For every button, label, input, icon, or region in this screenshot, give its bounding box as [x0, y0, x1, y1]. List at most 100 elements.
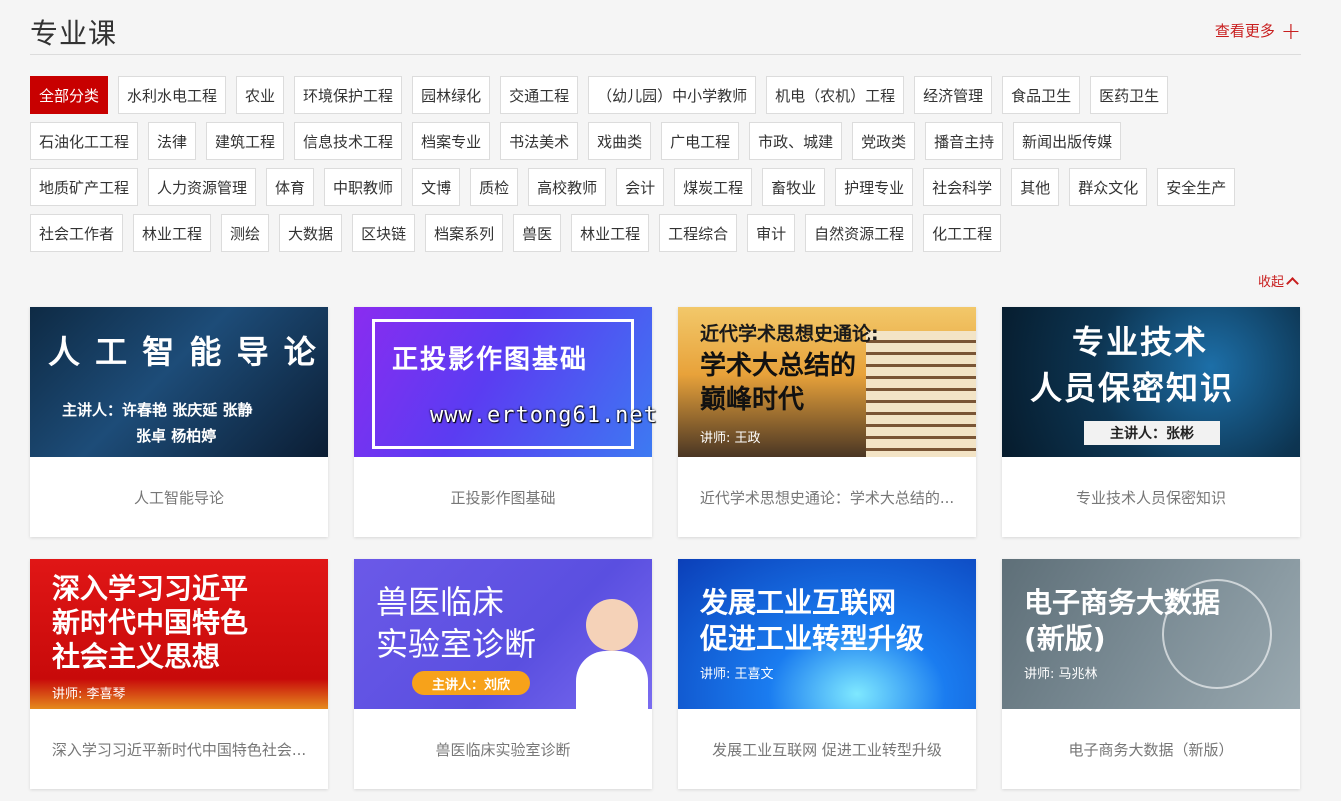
course-title: 发展工业互联网 促进工业转型升级	[712, 740, 942, 759]
thumb-title: 社会主义思想	[52, 640, 221, 673]
thumb-title: 兽医临床	[376, 583, 505, 621]
course-thumbnail: 电子商务大数据 (新版) 讲师: 马兆林	[1002, 559, 1300, 709]
tag[interactable]: 播音主持	[925, 122, 1004, 160]
thumb-subtitle: 巅峰时代	[700, 385, 805, 415]
course-card[interactable]: 兽医临床 实验室诊断 主讲人：刘欣 兽医临床实验室诊断	[354, 559, 652, 789]
course-title: 人工智能导论	[133, 488, 224, 507]
thumb-lecturer: 讲师: 王政	[700, 431, 761, 446]
tag[interactable]: 书法美术	[500, 122, 579, 160]
tag-row: 全部分类 水利水电工程 农业 环境保护工程 园林绿化 交通工程 （幼儿园）中小学…	[30, 76, 1310, 114]
course-card[interactable]: 专业技术 人员保密知识 主讲人：张彬 专业技术人员保密知识	[1002, 307, 1300, 537]
thumb-title: 促进工业转型升级	[700, 622, 925, 655]
tag[interactable]: 畜牧业	[762, 168, 826, 206]
watermark: www.ertong61.net	[430, 403, 658, 428]
collapse-toggle[interactable]: 收起	[1258, 271, 1299, 290]
tag[interactable]: 群众文化	[1069, 168, 1148, 206]
course-title: 专业技术人员保密知识	[1075, 488, 1226, 507]
tag[interactable]: 工程综合	[659, 214, 738, 252]
tag[interactable]: 农业	[236, 76, 285, 114]
tag[interactable]: 社会科学	[923, 168, 1002, 206]
tag[interactable]: 质检	[470, 168, 519, 206]
thumb-subtitle: 学术大总结的	[700, 351, 857, 381]
tag[interactable]: 信息技术工程	[294, 122, 403, 160]
tag[interactable]: 其他	[1011, 168, 1060, 206]
tag[interactable]: 地质矿产工程	[30, 168, 139, 206]
tag[interactable]: 新闻出版传媒	[1013, 122, 1122, 160]
tag[interactable]: 会计	[616, 168, 665, 206]
thumb-title: (新版)	[1024, 622, 1106, 655]
thumb-title: 人 工 智 能 导 论	[48, 333, 318, 371]
tag[interactable]: 石油化工工程	[30, 122, 139, 160]
tag[interactable]: 大数据	[279, 214, 343, 252]
tag[interactable]: 自然资源工程	[805, 214, 914, 252]
section-title: 专业课	[30, 17, 118, 50]
course-title: 近代学术思想史通论：学术大总结的...	[699, 488, 955, 507]
thumb-title: 电子商务大数据	[1024, 586, 1221, 619]
tag[interactable]: 机电（农机）工程	[766, 76, 905, 114]
doctor-coat	[576, 651, 648, 709]
tag[interactable]: （幼儿园）中小学教师	[588, 76, 757, 114]
tag[interactable]: 建筑工程	[206, 122, 285, 160]
tag[interactable]: 水利水电工程	[118, 76, 227, 114]
plus-icon: +	[1280, 16, 1301, 45]
tag[interactable]: 化工工程	[923, 214, 1002, 252]
course-title: 兽医临床实验室诊断	[435, 740, 571, 759]
course-thumbnail: 人 工 智 能 导 论 主讲人：许春艳 张庆延 张静 张卓 杨柏婷	[30, 307, 328, 457]
tag[interactable]: 人力资源管理	[148, 168, 257, 206]
tag[interactable]: 社会工作者	[30, 214, 124, 252]
thumb-title: 近代学术思想史通论:	[700, 323, 879, 345]
tag[interactable]: 环境保护工程	[294, 76, 403, 114]
chevron-up-icon	[1286, 276, 1299, 290]
thumb-lecturers: 主讲人：许春艳 张庆延 张静	[62, 401, 253, 419]
tag[interactable]: 党政类	[852, 122, 916, 160]
tag[interactable]: 审计	[747, 214, 796, 252]
tag[interactable]: 护理专业	[835, 168, 914, 206]
tag[interactable]: 园林绿化	[412, 76, 491, 114]
tag-row: 地质矿产工程 人力资源管理 体育 中职教师 文博 质检 高校教师 会计 煤炭工程…	[30, 168, 1310, 206]
thumb-title: 正投影作图基础	[392, 345, 589, 375]
course-thumbnail: 专业技术 人员保密知识 主讲人：张彬	[1002, 307, 1300, 457]
tag-all[interactable]: 全部分类	[30, 76, 109, 114]
course-thumbnail: 发展工业互联网 促进工业转型升级 讲师: 王喜文	[678, 559, 976, 709]
thumb-lecturer: 讲师: 王喜文	[700, 667, 774, 682]
course-card[interactable]: 电子商务大数据 (新版) 讲师: 马兆林 电子商务大数据（新版）	[1002, 559, 1300, 789]
category-tags: 全部分类 水利水电工程 农业 环境保护工程 园林绿化 交通工程 （幼儿园）中小学…	[30, 76, 1310, 260]
thumb-lecturer: 讲师: 马兆林	[1024, 667, 1098, 682]
course-title: 深入学习习近平新时代中国特色社会...	[51, 740, 307, 759]
tag[interactable]: 交通工程	[500, 76, 579, 114]
tag[interactable]: 经济管理	[914, 76, 993, 114]
tag[interactable]: 中职教师	[324, 168, 403, 206]
tag[interactable]: 档案专业	[412, 122, 491, 160]
tag[interactable]: 安全生产	[1157, 168, 1236, 206]
tag[interactable]: 法律	[148, 122, 197, 160]
tag[interactable]: 体育	[266, 168, 315, 206]
doctor-illustration	[586, 599, 638, 651]
tag[interactable]: 林业工程	[133, 214, 212, 252]
course-card[interactable]: 近代学术思想史通论: 学术大总结的 巅峰时代 讲师: 王政 近代学术思想史通论：…	[678, 307, 976, 537]
view-more-label: 查看更多	[1214, 22, 1275, 40]
tag[interactable]: 兽医	[513, 214, 562, 252]
tag[interactable]: 档案系列	[425, 214, 504, 252]
thumb-lecturer: 主讲人：张彬	[1084, 421, 1220, 445]
tag[interactable]: 市政、城建	[749, 122, 843, 160]
tag[interactable]: 医药卫生	[1090, 76, 1169, 114]
tag[interactable]: 林业工程	[571, 214, 650, 252]
section-header: 专业课 查看更多 +	[30, 0, 1301, 55]
tag[interactable]: 广电工程	[661, 122, 740, 160]
thumb-lecturer: 讲师: 李喜琴	[52, 687, 126, 702]
tag[interactable]: 区块链	[352, 214, 416, 252]
course-card[interactable]: 人 工 智 能 导 论 主讲人：许春艳 张庆延 张静 张卓 杨柏婷 人工智能导论	[30, 307, 328, 537]
course-card[interactable]: 发展工业互联网 促进工业转型升级 讲师: 王喜文 发展工业互联网 促进工业转型升…	[678, 559, 976, 789]
tag-row: 社会工作者 林业工程 测绘 大数据 区块链 档案系列 兽医 林业工程 工程综合 …	[30, 214, 1310, 252]
tag[interactable]: 测绘	[221, 214, 270, 252]
course-thumbnail: 正投影作图基础	[354, 307, 652, 457]
tag[interactable]: 高校教师	[528, 168, 607, 206]
tag[interactable]: 戏曲类	[588, 122, 652, 160]
tag[interactable]: 文博	[412, 168, 461, 206]
tag[interactable]: 食品卫生	[1002, 76, 1081, 114]
course-thumbnail: 深入学习习近平 新时代中国特色 社会主义思想 讲师: 李喜琴	[30, 559, 328, 709]
thumb-title: 发展工业互联网	[700, 586, 897, 619]
course-card[interactable]: 深入学习习近平 新时代中国特色 社会主义思想 讲师: 李喜琴 深入学习习近平新时…	[30, 559, 328, 789]
view-more-link[interactable]: 查看更多 +	[1214, 16, 1301, 45]
tag[interactable]: 煤炭工程	[674, 168, 753, 206]
